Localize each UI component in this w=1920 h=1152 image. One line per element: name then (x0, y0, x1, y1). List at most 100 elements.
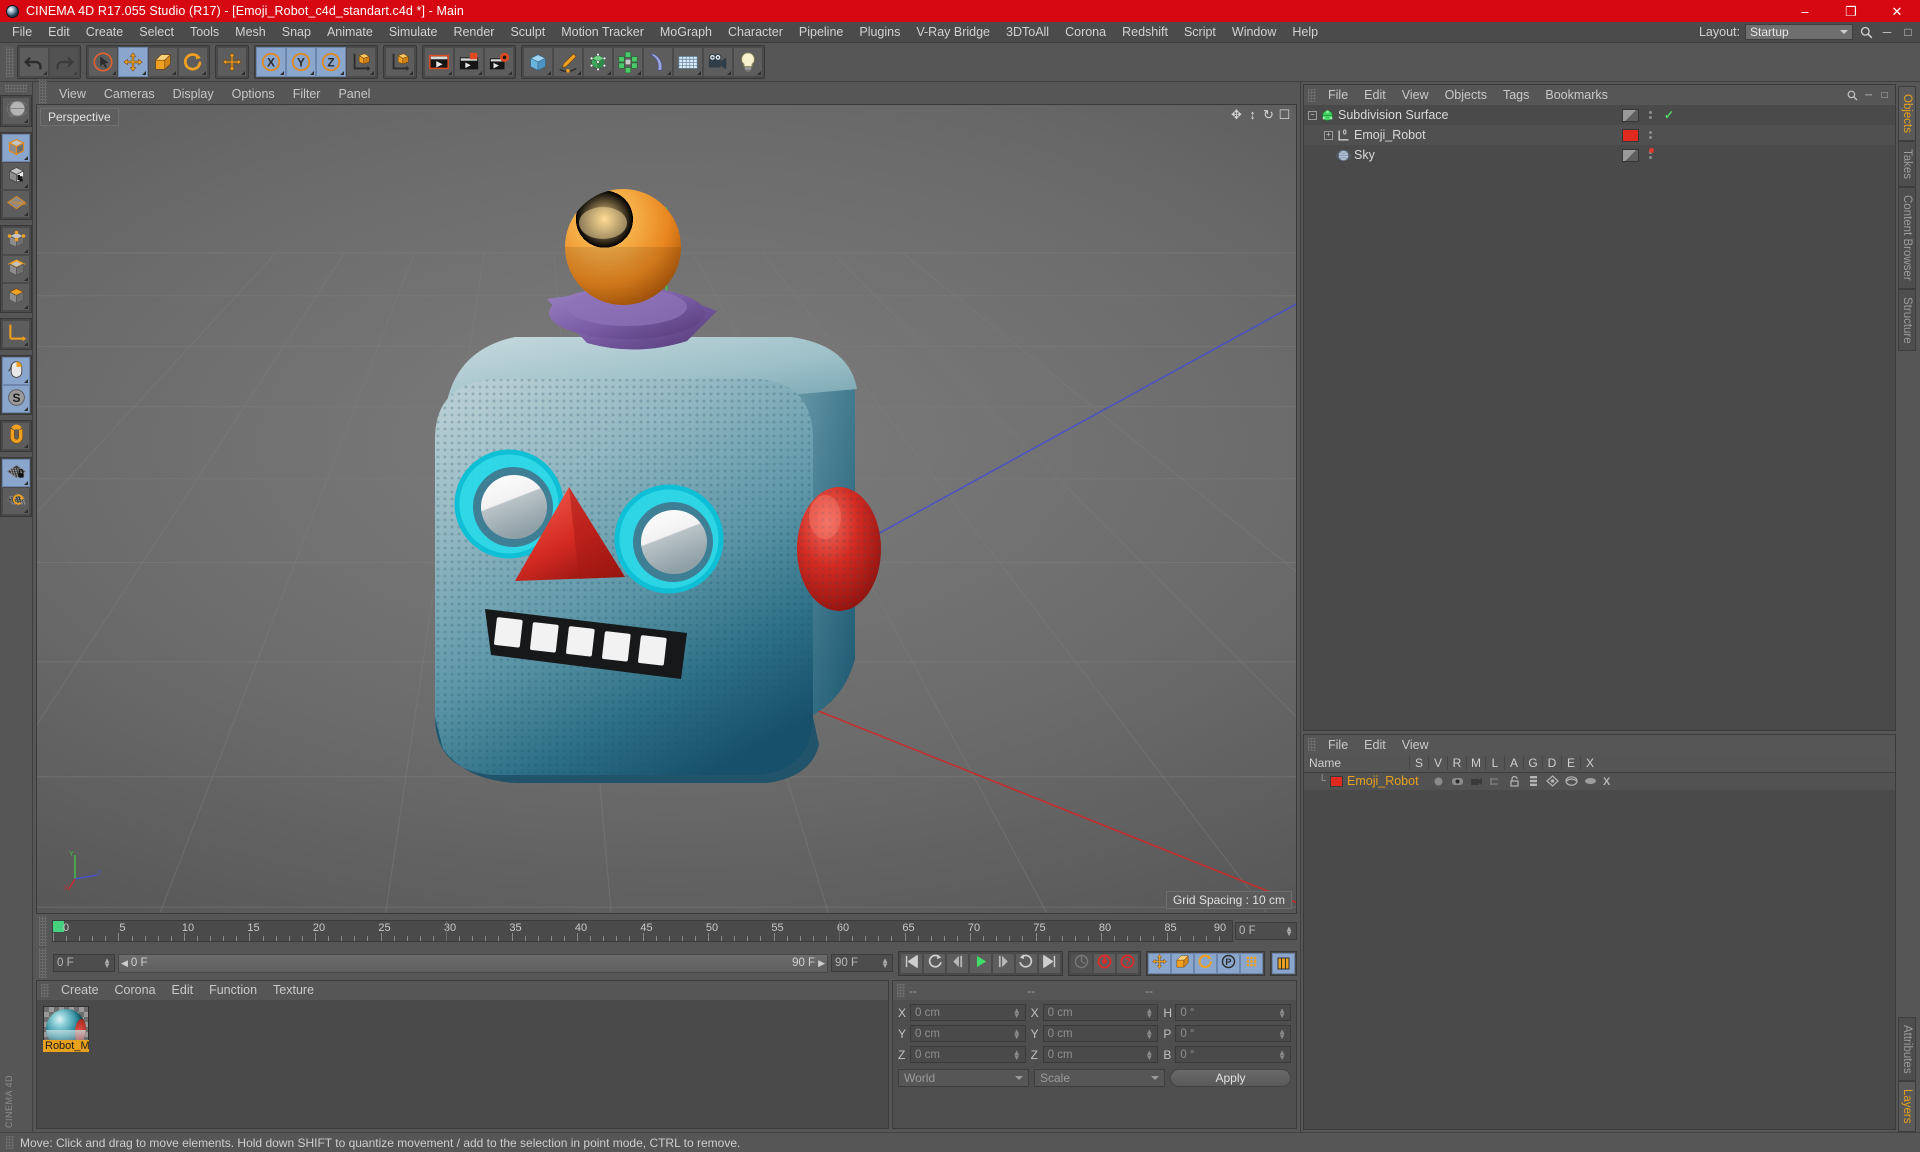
viewport-view-tag[interactable]: Perspective (40, 108, 119, 126)
timeline-grip[interactable] (39, 916, 47, 946)
scale-key-button[interactable] (1171, 952, 1194, 974)
model-mode-button[interactable] (2, 134, 30, 162)
menu-item-snap[interactable]: Snap (274, 22, 319, 43)
layers-column-m[interactable]: M (1466, 756, 1485, 771)
flyout-corner-icon[interactable] (478, 71, 482, 75)
flyout-corner-icon[interactable] (340, 71, 344, 75)
flyout-corner-icon[interactable] (667, 71, 671, 75)
flyout-corner-icon[interactable] (172, 71, 176, 75)
scale-viewport-icon[interactable]: ↕ (1246, 107, 1259, 122)
layer-name[interactable]: Emoji_Robot (1347, 774, 1419, 788)
material-menu-create[interactable]: Create (53, 981, 107, 1000)
material-name[interactable]: Robot_M (43, 1040, 89, 1052)
flyout-corner-icon[interactable] (727, 71, 731, 75)
enabled-check-icon[interactable]: ✓ (1664, 108, 1674, 122)
material-menu-texture[interactable]: Texture (265, 981, 322, 1000)
object-menu-tags[interactable]: Tags (1495, 85, 1537, 105)
viewport-solo-button[interactable] (2, 357, 30, 385)
layers-column-g[interactable]: G (1523, 756, 1542, 771)
move-tool[interactable] (118, 47, 148, 77)
play-button[interactable] (969, 952, 992, 974)
menu-item-render[interactable]: Render (445, 22, 502, 43)
flyout-corner-icon[interactable] (577, 71, 581, 75)
previous-keyframe-button[interactable] (923, 952, 946, 974)
object-menu-view[interactable]: View (1394, 85, 1437, 105)
lock-workplane-button[interactable] (2, 459, 30, 487)
menu-item-script[interactable]: Script (1176, 22, 1224, 43)
material-list[interactable]: Robot_M (37, 1000, 888, 1128)
object-menu-objects[interactable]: Objects (1437, 85, 1495, 105)
maximize-viewport-icon[interactable]: ☐ (1278, 107, 1291, 122)
parameter-key-button[interactable]: P (1217, 952, 1240, 974)
menu-item-window[interactable]: Window (1224, 22, 1284, 43)
object-row[interactable]: − Subdivision Surface ✓ (1304, 105, 1895, 125)
material-menu-grip[interactable] (41, 984, 49, 997)
add-camera-button[interactable] (703, 47, 733, 77)
add-light-button[interactable] (733, 47, 763, 77)
flyout-corner-icon[interactable] (508, 71, 512, 75)
flyout-corner-icon[interactable] (280, 71, 284, 75)
layers-column-e[interactable]: E (1561, 756, 1580, 771)
layers-menu-edit[interactable]: Edit (1356, 735, 1394, 755)
search-icon[interactable] (1858, 24, 1874, 40)
vertical-tab-attributes[interactable]: Attributes (1898, 1016, 1916, 1082)
visibility-dots[interactable] (1649, 111, 1652, 119)
generators-icon[interactable] (1543, 775, 1562, 787)
coord-input-rotation-b[interactable]: 0 ° ▲ ▼ (1175, 1046, 1292, 1063)
range-left-arrow-icon[interactable]: ◀ (121, 958, 128, 969)
flyout-corner-icon[interactable] (607, 71, 611, 75)
tree-expand-toggle[interactable]: + (1324, 130, 1333, 140)
object-row[interactable]: +0 Emoji_Robot (1304, 125, 1895, 145)
viewport-menu-display[interactable]: Display (164, 84, 223, 104)
coord-input-size-z[interactable]: 0 cm ▲ ▼ (1042, 1046, 1159, 1063)
object-tag-swatch[interactable] (1622, 108, 1639, 122)
flyout-corner-icon[interactable] (697, 71, 701, 75)
menu-item-animate[interactable]: Animate (319, 22, 381, 43)
polygon-mode-button[interactable] (2, 283, 30, 311)
rotate-tool[interactable] (178, 47, 208, 77)
spinner-icon[interactable]: ▲ ▼ (1145, 1027, 1153, 1040)
layers-column-v[interactable]: V (1428, 756, 1447, 771)
add-mograph-button[interactable] (613, 47, 643, 77)
current-frame-field[interactable]: 0 F ▲ ▼ (53, 954, 115, 972)
flyout-corner-icon[interactable] (24, 379, 28, 383)
menu-item-pipeline[interactable]: Pipeline (791, 22, 851, 43)
material-menu-corona[interactable]: Corona (107, 981, 164, 1000)
go-to-end-button[interactable] (1038, 952, 1061, 974)
spinner-icon[interactable]: ▲ ▼ (1013, 1048, 1021, 1061)
material-menu-edit[interactable]: Edit (164, 981, 202, 1000)
toolbar-grip[interactable] (6, 47, 14, 77)
scale-tool[interactable] (148, 47, 178, 77)
emoji-robot-model[interactable] (387, 189, 947, 829)
edge-mode-button[interactable] (2, 255, 30, 283)
flyout-corner-icon[interactable] (24, 305, 28, 309)
range-right-arrow-icon[interactable]: ▶ (818, 958, 825, 969)
flyout-corner-icon[interactable] (757, 71, 761, 75)
flyout-corner-icon[interactable] (24, 212, 28, 216)
record-active-objects-button[interactable] (1093, 952, 1116, 974)
coord-input-position-x[interactable]: 0 cm ▲ ▼ (910, 1004, 1026, 1021)
add-spline-button[interactable] (553, 47, 583, 77)
object-tag-swatch[interactable] (1622, 148, 1639, 162)
expressions-icon[interactable] (1581, 775, 1600, 787)
object-tree[interactable]: − Subdivision Surface ✓ +0 Emoji_Robot Sky (1304, 105, 1895, 730)
rotation-key-button[interactable] (1194, 952, 1217, 974)
flyout-corner-icon[interactable] (24, 444, 28, 448)
menu-item-3dtoall[interactable]: 3DToAll (998, 22, 1057, 43)
menu-item-simulate[interactable]: Simulate (381, 22, 446, 43)
viewport-menu-options[interactable]: Options (223, 84, 284, 104)
go-to-start-button[interactable] (900, 952, 923, 974)
object-name[interactable]: Sky (1354, 148, 1375, 162)
minimize-button[interactable]: – (1782, 0, 1828, 22)
layers-column-a[interactable]: A (1504, 756, 1523, 771)
flyout-corner-icon[interactable] (24, 156, 28, 160)
layers-column-s[interactable]: S (1409, 756, 1428, 771)
panel-minimize-icon[interactable]: ─ (1862, 89, 1875, 102)
left-palette-grip[interactable] (5, 84, 27, 92)
vertical-tab-objects[interactable]: Objects (1898, 86, 1916, 141)
lock-z-axis-button[interactable]: Z (316, 47, 346, 77)
live-selection-tool[interactable] (88, 47, 118, 77)
layers-menu-view[interactable]: View (1394, 735, 1437, 755)
current-frame-field-right[interactable]: 0 F ▲ ▼ (1235, 922, 1297, 940)
viewport-menu-cameras[interactable]: Cameras (95, 84, 164, 104)
